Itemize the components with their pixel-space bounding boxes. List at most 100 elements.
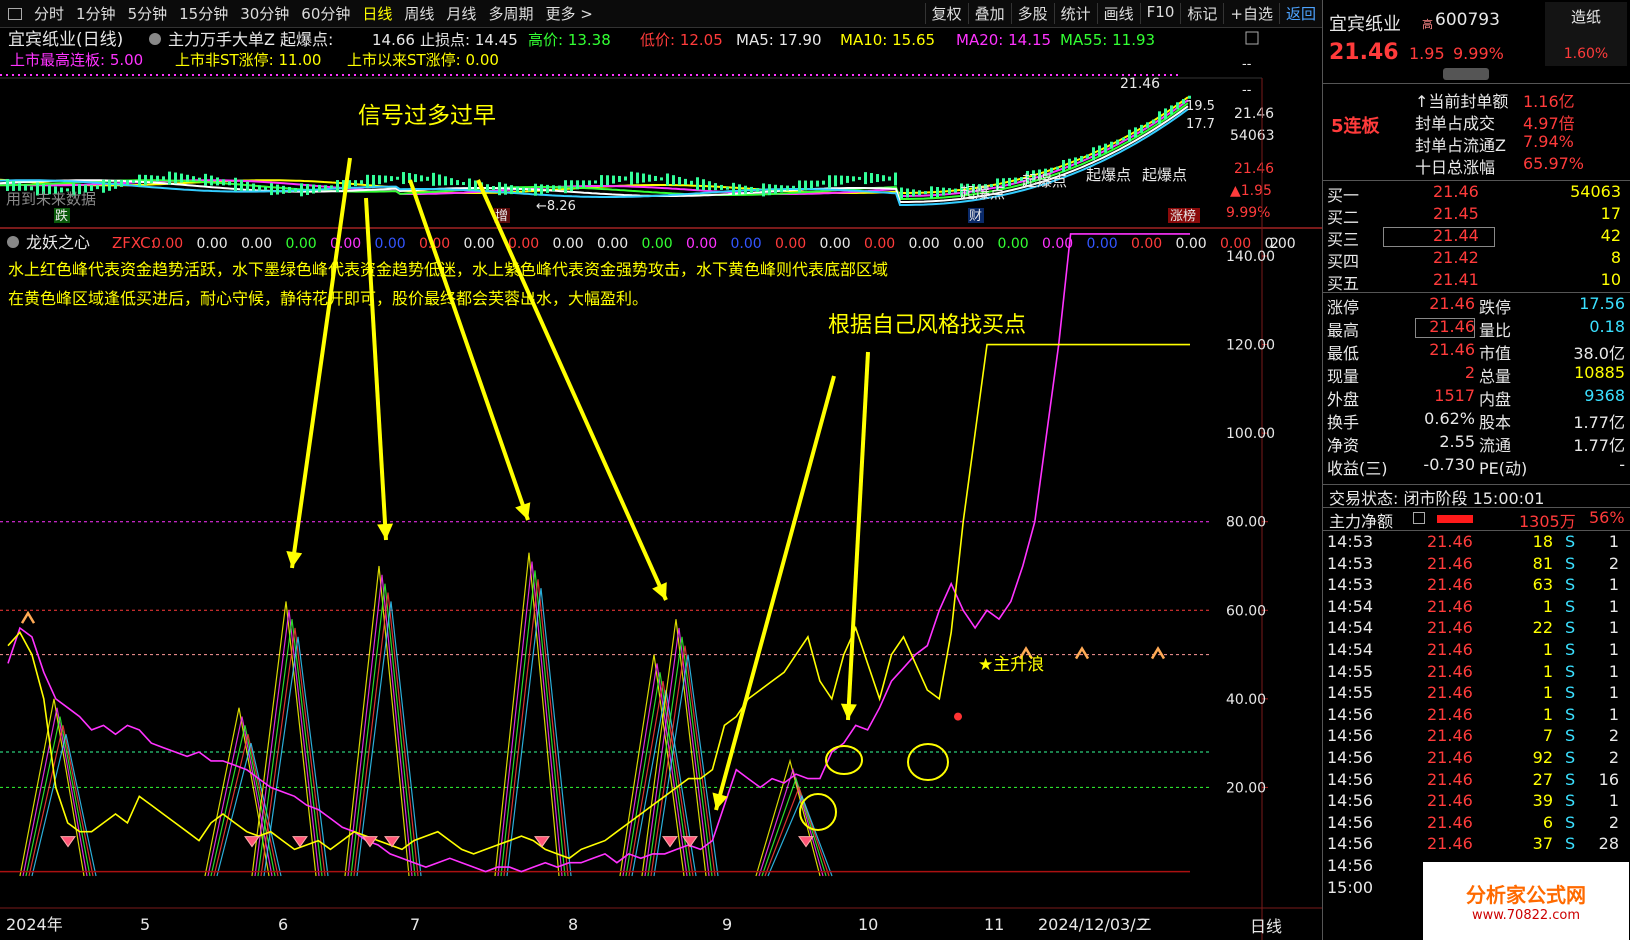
period-tab-9[interactable]: 多周期 [482, 3, 539, 24]
candle [522, 187, 525, 193]
book-volume-2: 42 [1600, 226, 1621, 245]
candle [186, 174, 189, 182]
candle [96, 185, 99, 190]
info-item-6: MA20: 14.15 [956, 31, 1051, 49]
tick-row: 14:53 21.46 18 S 1 [1323, 532, 1630, 554]
book-row-0[interactable]: 买一 21.46 54063 [1323, 182, 1630, 205]
period-tab-2[interactable]: 5分钟 [122, 3, 174, 24]
tick-count: 1 [1608, 596, 1619, 616]
tick-price: 21.46 [1427, 769, 1473, 789]
zfxc-value-9: 0.00 [553, 236, 584, 252]
window-icon[interactable] [8, 7, 22, 20]
stat-0-0: 涨停 [1327, 298, 1360, 317]
stat-2-0: 最低 [1327, 344, 1360, 363]
candle [582, 180, 585, 188]
collapse-handle[interactable] [1443, 68, 1489, 80]
period-tab-1[interactable]: 1分钟 [70, 3, 122, 24]
book-row-3[interactable]: 买四 21.42 8 [1323, 248, 1630, 271]
toolbar-action-0[interactable]: 复权 [924, 3, 968, 24]
indicator-toggle-icon[interactable] [149, 33, 161, 45]
stat-item-1: 上市非ST涨停: 11.00 [175, 51, 321, 69]
tick-time: 14:56 [1327, 748, 1374, 767]
tick-row: 14:55 21.46 1 S 1 [1323, 683, 1630, 705]
y-tick-label-6: 140.00 [1226, 249, 1275, 265]
seal-value-0: 1.16亿 [1523, 92, 1575, 111]
period-tab-0[interactable]: 分时 [28, 3, 70, 24]
seal-label-3: 十日总涨幅 [1415, 158, 1496, 177]
tick-price: 21.46 [1427, 748, 1473, 767]
tick-count: 1 [1608, 618, 1619, 638]
stat-row-1: 最高 21.46 量比 0.18 [1323, 317, 1630, 340]
candle [456, 180, 459, 186]
maximize-icon[interactable] [1245, 31, 1259, 45]
candle [324, 185, 327, 191]
stat-row-4: 外盘 1517 内盘 9368 [1323, 386, 1630, 409]
book-label-2: 买三 [1327, 230, 1360, 249]
zfxc-value-19: 0.00 [998, 236, 1029, 252]
toolbar-action-6[interactable]: 标记 [1180, 3, 1223, 24]
stat-row-3: 现量 2 总量 10885 [1323, 363, 1630, 386]
book-row-4[interactable]: 买五 21.41 10 [1323, 270, 1630, 293]
candle [150, 175, 153, 184]
tick-price: 21.46 [1427, 791, 1473, 811]
toolbar-action-2[interactable]: 多股 [1010, 3, 1054, 24]
candle [924, 191, 927, 195]
toolbar-action-7[interactable]: +自选 [1223, 3, 1279, 24]
tick-price: 21.46 [1427, 812, 1473, 832]
x-axis: 2024年 5 6 7 8 9 10 11 2024/12/03/二2 [6, 915, 1152, 934]
toolbar-action-1[interactable]: 叠加 [967, 3, 1011, 24]
toolbar-action-4[interactable]: 画线 [1096, 3, 1140, 24]
toolbar-action-3[interactable]: 统计 [1053, 3, 1097, 24]
future-data-label: 用到未来数据 [6, 190, 96, 208]
candle [504, 183, 507, 195]
tick-row: 14:56 21.46 39 S 1 [1323, 791, 1630, 813]
candle [1182, 99, 1185, 105]
y-tick-label-4: 100.00 [1226, 426, 1275, 442]
toolbar-action-5[interactable]: F10 [1139, 3, 1181, 24]
stat-row-0: 涨停 21.46 跌停 17.56 [1323, 294, 1630, 317]
toolbar-action-8[interactable]: 返回 [1278, 3, 1322, 24]
candle [258, 185, 261, 191]
indicator2-name: 龙妖之心 [26, 233, 90, 252]
indicator-values: 14.66 止损点: 14.45 高价: 13.38 低价: 12.05 MA5: 17… [372, 31, 1155, 49]
book-row-1[interactable]: 买二 21.45 17 [1323, 204, 1630, 227]
tick-side: S [1565, 834, 1576, 854]
period-tab-3[interactable]: 15分钟 [173, 3, 234, 24]
zfxc-label: ZFXC: [112, 234, 156, 252]
stat-0-3: 17.56 [1579, 294, 1625, 313]
candle [156, 175, 159, 182]
candle [1074, 157, 1077, 166]
period-tab-10[interactable]: 更多 > [539, 3, 598, 24]
period-tab-4[interactable]: 30分钟 [234, 3, 295, 24]
tick-side: S [1565, 575, 1576, 595]
zfxc-value-1: 0.00 [197, 236, 228, 252]
stat-3-0: 现量 [1327, 367, 1360, 386]
candle [216, 177, 219, 186]
chart-area[interactable]: 宜宾纸业(日线) 主力万手大单Z 起爆点: 14.66 止损点: 14.45 高价:… [0, 28, 1322, 940]
list-icon[interactable] [1413, 512, 1425, 524]
period-tab-7[interactable]: 周线 [398, 3, 440, 24]
book-row-2[interactable]: 买三 21.44 42 [1323, 226, 1630, 249]
stat-1-0: 最高 [1327, 321, 1360, 340]
period-tab-5[interactable]: 60分钟 [295, 3, 356, 24]
candle [366, 174, 369, 188]
book-price-1: 21.45 [1433, 204, 1479, 223]
tick-time: 14:56 [1327, 812, 1374, 832]
axis-pct: 9.99% [1226, 205, 1270, 221]
seal-value-2: 7.94% [1523, 132, 1574, 151]
period-tab-8[interactable]: 月线 [440, 3, 482, 24]
candle [906, 188, 909, 198]
candle [462, 182, 465, 186]
buy-point-circle-2 [907, 743, 949, 781]
stat-3-2: 总量 [1479, 367, 1512, 386]
tick-price: 21.46 [1427, 704, 1473, 724]
x-tick-label-3: 7 [410, 915, 420, 934]
trade-status: 交易状态: 闭市阶段 15:00:01 [1329, 489, 1545, 508]
tick-time: 14:54 [1327, 618, 1374, 638]
indicator2-toggle-icon[interactable] [7, 236, 19, 248]
chart-svg[interactable]: 宜宾纸业(日线) 主力万手大单Z 起爆点: 14.66 止损点: 14.45 高价:… [0, 28, 1322, 940]
period-tab-6[interactable]: 日线 [356, 3, 398, 24]
tick-count: 28 [1598, 834, 1619, 854]
book-label-1: 买二 [1327, 208, 1360, 227]
tick-row: 14:56 21.46 92 S 2 [1323, 748, 1630, 770]
